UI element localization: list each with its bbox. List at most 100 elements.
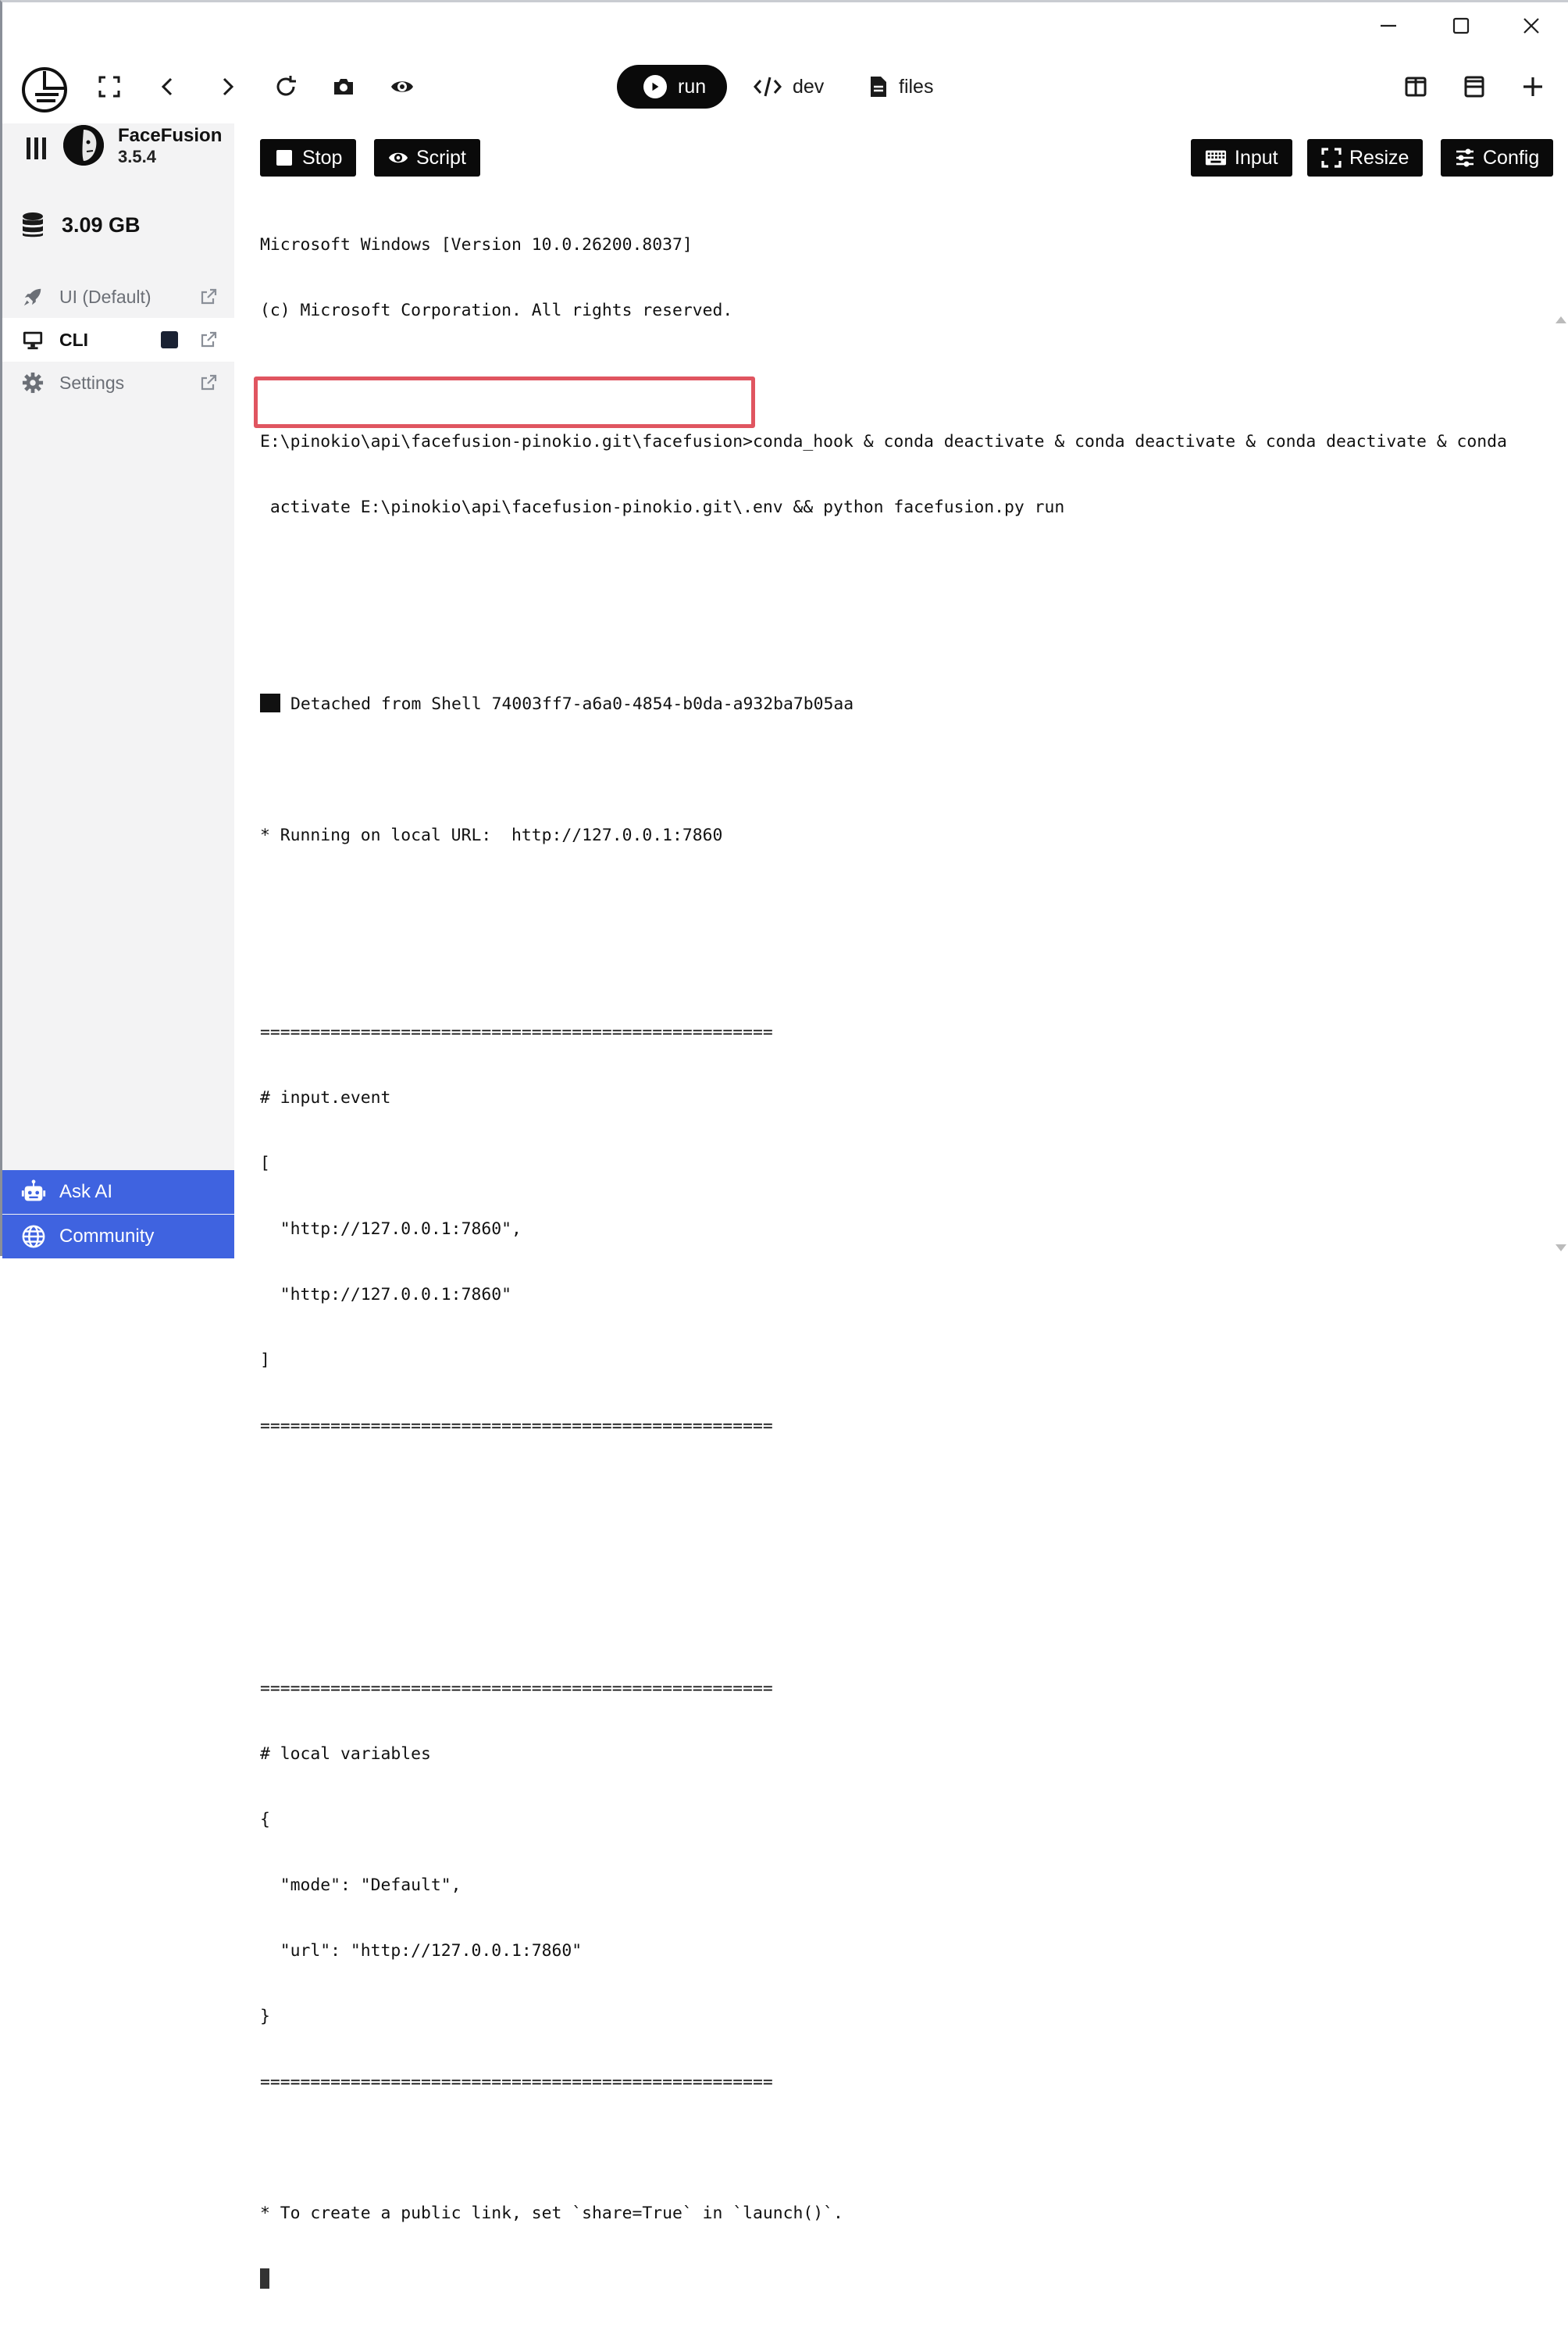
app-header: FaceFusion 3.5.4 [20,123,234,202]
terminal-line-detached: Detached from Shell 74003ff7-a6a0-4854-b… [260,694,1556,716]
terminal-line: Microsoft Windows [Version 10.0.26200.80… [260,235,693,255]
robot-icon [20,1178,48,1206]
terminal-output[interactable]: Microsoft Windows [Version 10.0.26200.80… [260,191,1556,2334]
maximize-icon [1452,17,1470,34]
minimize-icon [1381,24,1396,27]
forward-icon[interactable] [208,68,246,105]
terminal-line: ========================================… [260,1416,773,1436]
disk-usage: 3.09 GB [2,194,234,256]
terminal-line: # input.event [260,1088,391,1108]
external-link-icon[interactable] [199,287,218,306]
external-link-icon[interactable] [199,373,218,392]
tab-files[interactable]: files [869,71,933,102]
terminal-line: ========================================… [260,2072,773,2092]
input-button[interactable]: Input [1191,139,1292,177]
terminal-line: activate E:\pinokio\api\facefusion-pinok… [260,498,1065,517]
script-button[interactable]: Script [374,139,480,177]
terminal-line: "http://127.0.0.1:7860" [260,1285,511,1304]
tab-dev-label: dev [793,75,825,98]
sidebar-item-cli[interactable]: CLI [2,318,234,362]
back-icon[interactable] [149,68,187,105]
terminal-line: # local variables [260,1744,431,1764]
scroll-down-arrow[interactable] [1556,1244,1566,1251]
pinokio-logo[interactable] [20,65,69,115]
resize-button[interactable]: Resize [1307,139,1424,177]
ask-ai-button[interactable]: Ask AI [2,1170,234,1214]
monitor-icon [20,327,46,353]
sidebar-item-label: UI (Default) [59,286,151,307]
tab-dev[interactable]: dev [754,71,824,102]
split-vertical-icon[interactable] [1397,68,1434,105]
play-icon [643,75,667,98]
globe-icon [20,1222,48,1251]
tab-files-label: files [899,75,934,98]
rocket-icon [20,284,46,310]
terminal-line: { [260,1810,270,1829]
keyboard-icon [1205,150,1227,166]
community-label: Community [59,1226,155,1247]
sidebar-item-label: Settings [59,372,125,393]
sidebar-item-label: CLI [59,329,89,350]
terminal-panel: Stop Script Input Resize Config Microsof… [237,123,1568,2289]
close-button[interactable] [1508,9,1555,43]
close-icon [1523,18,1539,34]
sidebar-item-settings[interactable]: Settings [2,361,234,405]
menu-icon[interactable] [23,134,51,162]
detached-text: Detached from Shell 74003ff7-a6a0-4854-b… [290,694,854,714]
terminal-line-local-url: * Running on local URL: http://127.0.0.1… [260,826,723,845]
tab-run-label: run [678,75,707,98]
terminal-line: ] [260,1351,270,1370]
local-url-highlight [254,377,755,428]
minimize-button[interactable] [1365,9,1412,43]
terminal-line: [ [260,1154,270,1173]
terminal-line: "url": "http://127.0.0.1:7860" [260,1941,583,1961]
file-icon [871,77,886,97]
plus-icon[interactable] [1514,68,1552,105]
config-button-label: Config [1483,146,1540,169]
camera-icon[interactable] [325,68,362,105]
stop-icon[interactable] [161,331,178,348]
stop-button[interactable]: Stop [260,139,357,177]
app-version: 3.5.4 [118,147,156,166]
sidebar-item-ui-default[interactable]: UI (Default) [2,275,234,319]
disk-usage-value: 3.09 GB [62,212,141,237]
gear-icon [20,369,46,396]
tab-run[interactable]: run [617,65,727,109]
terminal-line: } [260,2007,270,2026]
resize-icon [1321,148,1342,168]
resize-button-label: Resize [1349,146,1409,169]
database-icon [23,212,43,237]
scroll-up-arrow[interactable] [1556,316,1566,323]
input-button-label: Input [1235,146,1278,169]
terminal-cursor-line [260,2268,1556,2290]
refresh-icon[interactable] [267,68,305,105]
terminal-line: ========================================… [260,1022,773,1042]
script-button-label: Script [416,146,466,169]
ask-ai-label: Ask AI [59,1181,113,1202]
terminal-line: * To create a public link, set `share=Tr… [260,2204,843,2223]
code-icon [754,77,782,97]
external-link-icon[interactable] [199,330,218,349]
sliders-icon [1456,148,1474,167]
fullscreen-icon[interactable] [91,68,128,105]
sidebar: FaceFusion 3.5.4 3.09 GB UI (Default) CL… [2,123,234,1258]
terminal-cursor [260,2268,269,2289]
stop-button-label: Stop [302,146,343,169]
config-button[interactable]: Config [1441,139,1554,177]
eye-icon [388,152,408,163]
maximize-button[interactable] [1438,9,1484,43]
terminal-line: "mode": "Default", [260,1875,461,1895]
terminal-line: E:\pinokio\api\facefusion-pinokio.git\fa… [260,432,1507,451]
community-button[interactable]: Community [2,1215,234,1258]
split-horizontal-icon[interactable] [1456,68,1493,105]
terminal-line: ========================================… [260,1679,773,1698]
eye-icon[interactable] [383,68,421,105]
